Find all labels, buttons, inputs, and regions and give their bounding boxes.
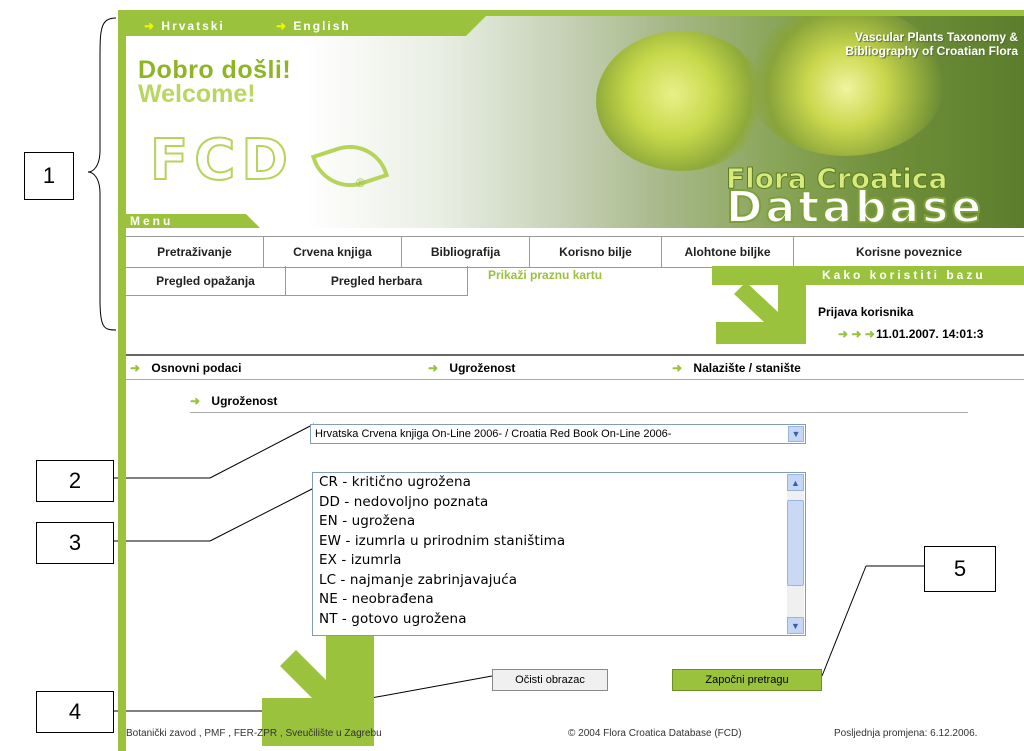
list-item[interactable]: LC - najmanje zabrinjavajuća — [313, 571, 805, 591]
footer-last-change: Posljednja promjena: 6.12.2006. — [834, 728, 978, 739]
listbox-scrollbar[interactable]: ▲ ▼ — [787, 474, 804, 634]
login-title[interactable]: Prijava korisnika — [818, 305, 913, 319]
list-item[interactable]: EW - izumrla u prirodnim staništima — [313, 532, 805, 552]
footer-institution: Botanički zavod , PMF , FER-ZPR , Sveuči… — [126, 728, 382, 739]
flower-image — [596, 31, 766, 171]
clear-form-button[interactable]: Očisti obrazac — [492, 669, 608, 691]
callout-5: 5 — [924, 546, 996, 592]
footer: Botanički zavod , PMF , FER-ZPR , Sveuči… — [126, 724, 1024, 744]
subnav-nalaziste[interactable]: ➜ Nalazište / stanište — [672, 361, 801, 375]
menu-item-korisno-bilje[interactable]: Korisno bilje — [530, 237, 662, 267]
section-title: ➜ Ugroženost — [190, 394, 278, 408]
category-listbox[interactable]: CR - kritično ugrožena DD - nedovoljno p… — [312, 472, 806, 636]
callout-1: 1 — [24, 152, 74, 200]
scroll-thumb[interactable] — [787, 500, 804, 586]
frame-left-border — [118, 10, 126, 751]
leader-3b — [209, 487, 315, 542]
arrow-right-icon: ➜ — [672, 361, 683, 375]
brand-database: Database — [725, 181, 985, 228]
howto-link[interactable]: Kako koristiti bazu — [822, 268, 986, 282]
leader-2b — [209, 423, 315, 479]
main-menu-row-1: Pretraživanje Crvena knjiga Bibliografij… — [126, 236, 1024, 268]
callout-2: 2 — [36, 460, 114, 502]
red-book-select[interactable]: Hrvatska Crvena knjiga On-Line 2006- / C… — [310, 424, 806, 444]
menu-item-crvena-knjiga[interactable]: Crvena knjiga — [264, 237, 402, 267]
arrow-right-icon: ➜ — [130, 361, 141, 375]
menu-item-korisne-poveznice[interactable]: Korisne poveznice — [794, 237, 1024, 267]
welcome-en: Welcome! — [138, 80, 256, 108]
arrow-right-icon: ➜ — [190, 394, 201, 408]
tagline: Vascular Plants Taxonomy & Bibliography … — [845, 30, 1018, 58]
arrow-right-icon: ➜ — [276, 19, 289, 33]
menu-item-pregled-opazanja[interactable]: Pregled opažanja — [126, 266, 286, 296]
list-item[interactable]: NE - neobrađena — [313, 590, 805, 610]
leaf-logo-icon — [310, 134, 390, 198]
arrow-right-icon: ➜ — [428, 361, 439, 375]
callout-4: 4 — [36, 691, 114, 733]
lang-link-hr[interactable]: ➜ Hrvatski — [144, 19, 225, 33]
fcd-logo: FCD — [149, 127, 294, 194]
bracket-1 — [87, 17, 117, 331]
list-item[interactable]: DD - nedovoljno poznata — [313, 493, 805, 513]
list-item[interactable]: NT - gotovo ugrožena — [313, 610, 805, 630]
menu-item-bibliografija[interactable]: Bibliografija — [402, 237, 530, 267]
scroll-up-icon[interactable]: ▲ — [787, 474, 804, 491]
list-item[interactable]: EN - ugrožena — [313, 512, 805, 532]
subnav-ugrozenost[interactable]: ➜ Ugroženost — [428, 361, 515, 375]
list-item[interactable]: EX - izumrla — [313, 551, 805, 571]
start-search-button[interactable]: Započni pretragu — [672, 669, 822, 691]
header-banner: ➜ Hrvatski ➜ English Dobro došli! Welcom… — [126, 16, 1024, 228]
datetime: 11.01.2007. 14:01:3 — [876, 327, 984, 341]
footer-copyright: © 2004 Flora Croatica Database (FCD) — [568, 728, 742, 739]
menu-item-alohtone-biljke[interactable]: Alohtone biljke — [662, 237, 794, 267]
scroll-down-icon[interactable]: ▼ — [787, 617, 804, 634]
menu-item-pregled-herbara[interactable]: Pregled herbara — [286, 266, 468, 296]
chevron-down-icon[interactable]: ▼ — [788, 426, 804, 442]
menu-label: Menu — [130, 214, 174, 228]
menu-item-pretrazivanje[interactable]: Pretraživanje — [126, 237, 264, 267]
lang-link-en[interactable]: ➜ English — [276, 19, 351, 33]
callout-3: 3 — [36, 522, 114, 564]
registered-mark: ® — [356, 176, 365, 190]
decorative-arrow-icon — [716, 282, 806, 344]
login-arrows-icon: ➜ ➜ ➜ — [838, 327, 875, 341]
sub-navigation: ➜ Osnovni podaci ➜ Ugroženost ➜ Nalazišt… — [126, 354, 1024, 380]
arrow-right-icon: ➜ — [144, 19, 157, 33]
list-item[interactable]: CR - kritično ugrožena — [313, 473, 805, 493]
subnav-osnovni-podaci[interactable]: ➜ Osnovni podaci — [130, 361, 241, 375]
section-divider — [190, 412, 968, 413]
menu-item-prikazi-praznu-kartu[interactable]: Prikaži praznu kartu — [488, 268, 602, 282]
leader-5a — [821, 565, 867, 677]
